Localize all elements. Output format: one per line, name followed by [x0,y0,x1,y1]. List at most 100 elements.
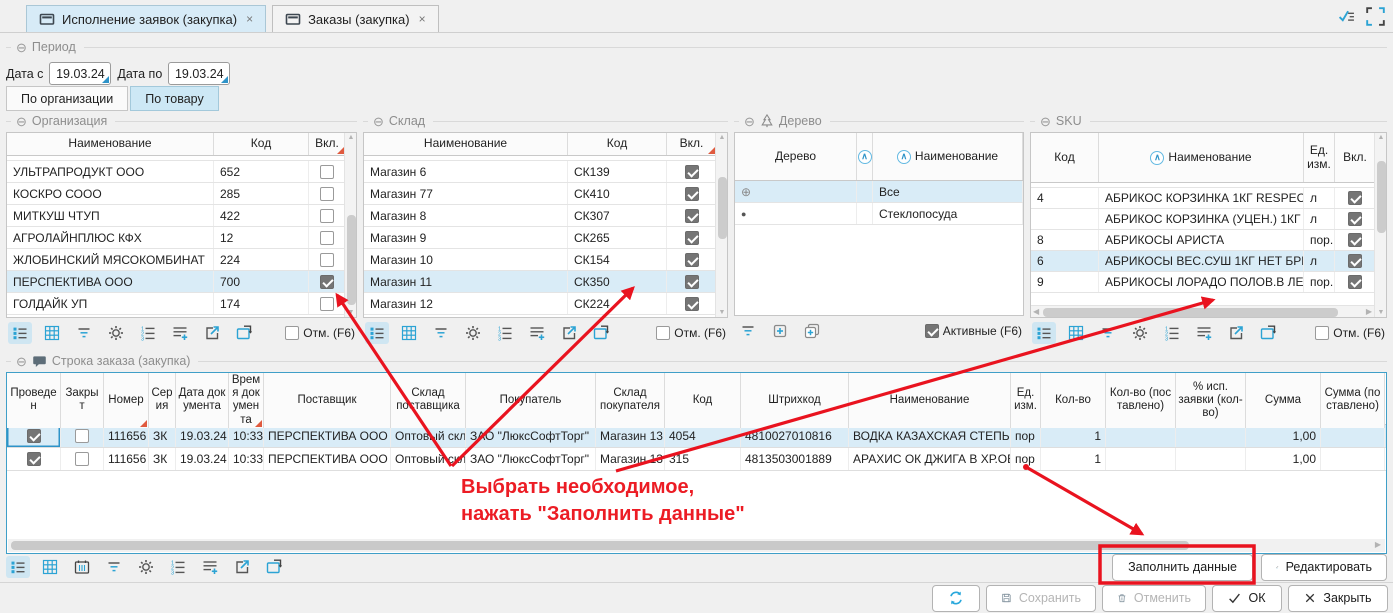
grid-view-icon[interactable] [397,322,421,344]
list-view-icon[interactable] [6,556,30,578]
marked-checkbox[interactable]: Отм. (F6) [656,326,726,340]
table-row[interactable]: ЖЛОБИНСКИЙ МЯСОКОМБИНАТ 224 [7,249,344,271]
filter-icon[interactable] [736,320,760,342]
include-checkbox[interactable] [685,275,699,289]
include-checkbox[interactable] [320,165,334,179]
add-list-icon[interactable] [168,322,192,344]
requery-icon[interactable] [589,322,613,344]
tab-order-execution[interactable]: Исполнение заявок (закупка) × [26,5,266,32]
include-checkbox[interactable] [1348,212,1362,226]
include-checkbox[interactable] [320,209,334,223]
table-row[interactable]: АГРОЛАЙНПЛЮС КФХ 12 [7,227,344,249]
table-row[interactable]: Магазин 10 СК154 [364,249,715,271]
closed-checkbox[interactable] [75,429,89,443]
include-checkbox[interactable] [320,187,334,201]
calendar-icon[interactable] [70,556,94,578]
filter-icon[interactable] [429,322,453,344]
posted-checkbox[interactable] [27,452,41,466]
include-checkbox[interactable] [685,165,699,179]
closed-checkbox[interactable] [75,452,89,466]
open-external-icon[interactable] [1224,322,1248,344]
table-row[interactable]: МИТКУШ ЧТУП 422 [7,205,344,227]
column-code[interactable]: Код [1031,133,1099,182]
grid-view-icon[interactable] [1064,322,1088,344]
date-from-input[interactable]: 19.03.24 [49,62,111,85]
include-checkbox[interactable] [320,231,334,245]
add-list-icon[interactable] [525,322,549,344]
table-row[interactable]: 9 АБРИКОСЫ ЛОРАДО ПОЛОВ.В ЛЕГ. пор. [1031,272,1374,293]
column-doc-time[interactable]: Время документа [229,373,264,428]
table-row[interactable]: ГОЛДАЙК УП 174 [7,293,344,315]
requery-icon[interactable] [1256,322,1280,344]
fill-data-button[interactable]: Заполнить данные [1112,554,1253,581]
add-items-icon[interactable] [800,320,824,342]
vertical-scrollbar[interactable]: ▲ ▼ [715,133,727,317]
column-buyer[interactable]: Покупатель [466,373,596,428]
filter-icon[interactable] [72,322,96,344]
collapse-icon[interactable]: ⊖ [1040,115,1051,128]
cancel-button[interactable]: Отменить [1102,585,1206,612]
vertical-scrollbar[interactable]: ▲ ▼ [344,133,356,317]
filter-icon[interactable] [102,556,126,578]
list-view-icon[interactable] [8,322,32,344]
column-supplier[interactable]: Поставщик [264,373,391,428]
sort-column[interactable]: ∧ [857,133,873,180]
numbered-list-icon[interactable] [136,322,160,344]
column-posted[interactable]: Проведен [7,373,61,428]
vertical-scrollbar[interactable]: ▲ ▼ [1374,133,1386,317]
collapse-icon[interactable]: ⊖ [16,115,27,128]
check-list-icon[interactable] [1337,8,1356,25]
table-row[interactable]: КОСКРО СООО 285 [7,183,344,205]
column-code[interactable]: Код [568,133,667,155]
column-unit[interactable]: Ед. изм. [1304,133,1335,182]
tab-orders[interactable]: Заказы (закупка) × [272,5,439,32]
column-incl[interactable]: Вкл. [309,133,346,155]
column-supplier-warehouse[interactable]: Склад поставщика [391,373,466,428]
include-checkbox[interactable] [320,297,334,311]
add-item-icon[interactable] [768,320,792,342]
column-tree[interactable]: Дерево [735,133,857,180]
include-checkbox[interactable] [1348,275,1362,289]
active-checkbox[interactable]: Активные (F6) [925,324,1022,338]
tree-row[interactable]: ● Стеклопосуда [735,203,1023,225]
collapse-icon[interactable]: ⊖ [373,115,384,128]
table-row[interactable]: Магазин 8 СК307 [364,205,715,227]
column-name[interactable]: ∧Наименование [873,133,1023,180]
open-external-icon[interactable] [230,556,254,578]
posted-checkbox[interactable] [27,429,41,443]
table-row[interactable]: 6 АБРИКОСЫ ВЕС.СУШ 1КГ НЕТ БРЕНД л [1031,251,1374,272]
settings-icon[interactable] [461,322,485,344]
date-to-input[interactable]: 19.03.24 [168,62,230,85]
horizontal-scrollbar[interactable]: ◀ ▶ [1031,305,1374,317]
include-checkbox[interactable] [320,275,334,289]
include-checkbox[interactable] [320,253,334,267]
column-name[interactable]: Наименование [364,133,568,155]
column-number[interactable]: Номер [104,373,149,428]
expand-icon[interactable]: ⊕ [735,181,857,202]
close-button[interactable]: Закрыть [1288,585,1388,612]
column-code[interactable]: Код [665,373,741,428]
column-qty[interactable]: Кол-во [1041,373,1106,428]
column-doc-date[interactable]: Дата документа [176,373,229,428]
numbered-list-icon[interactable] [493,322,517,344]
column-closed[interactable]: Закрыт [61,373,104,428]
column-barcode[interactable]: Штрихкод [741,373,849,428]
table-row[interactable]: АБРИКОС КОРЗИНКА (УЦЕН.) 1КГ л [1031,209,1374,230]
table-row[interactable]: Магазин 12 СК224 [364,293,715,315]
table-row[interactable]: Магазин 9 СК265 [364,227,715,249]
include-checkbox[interactable] [685,231,699,245]
order-row[interactable]: 111656 ЗК 19.03.24 10:33 ПЕРСПЕКТИВА ООО… [7,448,1386,471]
include-checkbox[interactable] [1348,254,1362,268]
open-external-icon[interactable] [200,322,224,344]
close-icon[interactable]: × [246,12,253,26]
refresh-button[interactable] [932,585,980,612]
tab-by-product[interactable]: По товару [130,86,218,111]
list-view-icon[interactable] [365,322,389,344]
include-checkbox[interactable] [685,187,699,201]
include-checkbox[interactable] [1348,233,1362,247]
column-sum[interactable]: Сумма [1246,373,1321,428]
include-checkbox[interactable] [685,209,699,223]
column-sum-delivered[interactable]: Сумма (поставлено) [1321,373,1385,428]
add-list-icon[interactable] [198,556,222,578]
fullscreen-icon[interactable] [1366,7,1385,26]
